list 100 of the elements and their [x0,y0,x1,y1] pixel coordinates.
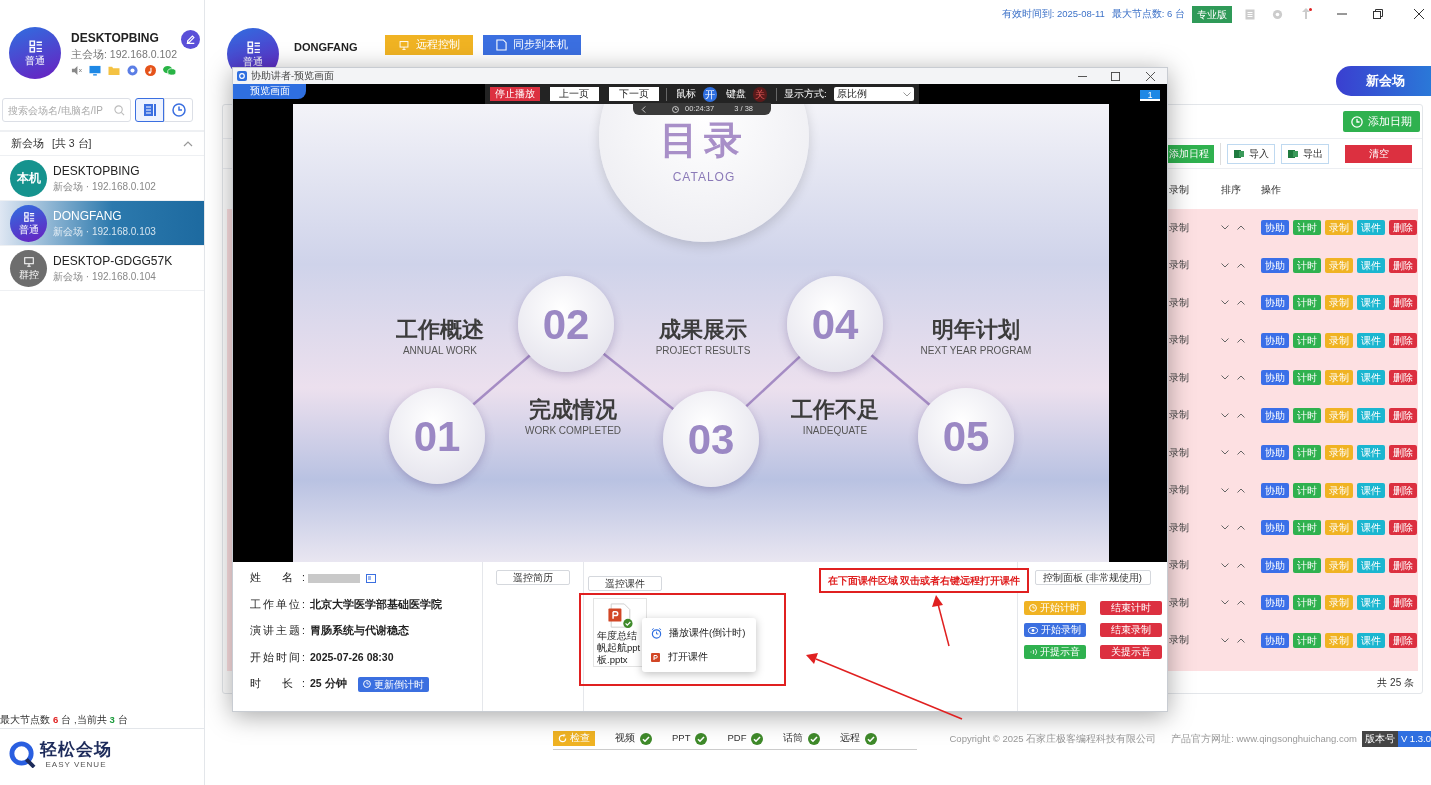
chevron-up-icon[interactable] [1237,637,1245,643]
delete-button[interactable]: 删除 [1389,220,1417,236]
assist-button[interactable]: 协助 [1261,220,1289,236]
chevron-up-icon[interactable] [1237,600,1245,606]
timer-button[interactable]: 计时 [1293,595,1321,611]
close-icon[interactable] [1414,9,1424,19]
courseware-button[interactable]: 课件 [1357,557,1385,573]
assist-button[interactable]: 协助 [1261,595,1289,611]
timer-button[interactable]: 计时 [1293,445,1321,461]
previous-page-button[interactable]: 上一页 [549,87,600,101]
chevron-up-icon[interactable] [1237,450,1245,456]
timer-button[interactable]: 计时 [1293,332,1321,348]
chevron-up-icon[interactable] [1237,375,1245,381]
delete-button[interactable]: 删除 [1389,632,1417,648]
timer-button[interactable]: 计时 [1293,520,1321,536]
remote-courseware-button[interactable]: 遥控课件 [588,576,662,591]
chevron-up-icon[interactable] [1237,300,1245,306]
delete-button[interactable]: 删除 [1389,520,1417,536]
delete-button[interactable]: 删除 [1389,482,1417,498]
chevron-up-icon[interactable] [1237,262,1245,268]
device-list-item[interactable]: 普通 DONGFANG 新会场 · 192.168.0.103 [0,201,204,246]
courseware-button[interactable]: 课件 [1357,220,1385,236]
courseware-button[interactable]: 课件 [1357,407,1385,423]
chevron-down-icon[interactable] [1221,412,1229,418]
chevron-up-icon[interactable] [183,140,193,147]
chevron-up-icon[interactable] [1237,225,1245,231]
maximize-icon[interactable] [1111,71,1120,81]
sync-button[interactable]: 同步到本机 [483,35,581,55]
import-button[interactable]: 导入 [1227,143,1275,164]
chevron-up-icon[interactable] [1237,412,1245,418]
export-button[interactable]: 导出 [1281,143,1329,164]
chevron-down-icon[interactable] [1221,337,1229,343]
delete-button[interactable]: 删除 [1389,370,1417,386]
timer-button[interactable]: 计时 [1293,557,1321,573]
control-button[interactable]: 结束录制 [1099,623,1162,637]
assist-button[interactable]: 协助 [1261,520,1289,536]
search-field[interactable]: 搜索会场名/电脑名/IP [2,98,131,122]
keyboard-toggle[interactable]: 关 [752,86,768,102]
assist-button[interactable]: 协助 [1261,557,1289,573]
id-card-icon[interactable] [366,573,376,583]
clear-button[interactable]: 清空 [1345,144,1412,163]
courseware-button[interactable]: 课件 [1357,445,1385,461]
stop-button[interactable]: 停止播放 [490,87,540,101]
view-toggle[interactable] [135,98,164,122]
timer-button[interactable]: 计时 [1293,220,1321,236]
assist-button[interactable]: 协助 [1261,295,1289,311]
timer-button[interactable]: 计时 [1293,407,1321,423]
remote-resume-button[interactable]: 遥控简历 [496,570,570,585]
control-button[interactable]: 关提示音 [1099,645,1162,659]
add-date-button[interactable]: 添加日期 [1343,111,1420,132]
new-venue-button[interactable]: 新会场 [1336,66,1431,96]
mouse-toggle[interactable]: 开 [702,86,717,102]
timer-button[interactable]: 计时 [1293,370,1321,386]
edit-icon[interactable] [181,30,200,49]
assist-button[interactable]: 协助 [1261,257,1289,273]
chevron-up-icon[interactable] [1237,562,1245,568]
chevron-down-icon[interactable] [1221,637,1229,643]
screen-badge[interactable]: 1 [1140,90,1160,101]
chevron-down-icon[interactable] [1221,375,1229,381]
courseware-button[interactable]: 课件 [1357,257,1385,273]
assist-button[interactable]: 协助 [1261,632,1289,648]
chevron-left-icon[interactable] [641,105,646,113]
timer-button[interactable]: 计时 [1293,257,1321,273]
control-panel-button[interactable]: 控制面板 (非常规使用) [1034,570,1151,585]
close-icon[interactable] [1146,71,1155,81]
preview-tab[interactable]: 预览画面 [233,84,306,99]
assist-button[interactable]: 协助 [1261,370,1289,386]
courseware-button[interactable]: 课件 [1357,332,1385,348]
assist-button[interactable]: 协助 [1261,482,1289,498]
display-mode-select[interactable]: 原比例 [833,87,914,101]
control-button[interactable]: 开始录制 [1023,623,1086,637]
courseware-button[interactable]: 课件 [1357,632,1385,648]
delete-button[interactable]: 删除 [1389,445,1417,461]
chevron-down-icon[interactable] [1221,600,1229,606]
delete-button[interactable]: 删除 [1389,407,1417,423]
chat-bubbles-icon[interactable] [163,65,176,76]
chevron-up-icon[interactable] [1237,525,1245,531]
timer-button[interactable]: 计时 [1293,295,1321,311]
courseware-button[interactable]: 课件 [1357,370,1385,386]
chevron-down-icon[interactable] [1221,525,1229,531]
timer-button[interactable]: 计时 [1293,632,1321,648]
next-page-button[interactable]: 下一页 [609,87,659,101]
chevron-down-icon[interactable] [1221,562,1229,568]
delete-button[interactable]: 删除 [1389,295,1417,311]
courseware-button[interactable]: 课件 [1357,482,1385,498]
chevron-down-icon[interactable] [1221,450,1229,456]
speaker-muted-icon[interactable] [71,65,82,76]
delete-button[interactable]: 删除 [1389,257,1417,273]
timer-button[interactable]: 计时 [1293,482,1321,498]
chevron-up-icon[interactable] [1237,487,1245,493]
chevron-down-icon[interactable] [1221,225,1229,231]
courseware-button[interactable]: 课件 [1357,295,1385,311]
upload-icon[interactable] [1300,8,1312,20]
delete-button[interactable]: 删除 [1389,332,1417,348]
file-tile[interactable]: 年度总结 帆起航ppt 板.pptx [593,598,647,667]
control-button[interactable]: 结束计时 [1099,601,1162,615]
monitor-icon[interactable] [89,65,101,76]
assist-button[interactable]: 协助 [1261,332,1289,348]
assist-button[interactable]: 协助 [1261,407,1289,423]
globe-icon[interactable] [127,65,138,76]
